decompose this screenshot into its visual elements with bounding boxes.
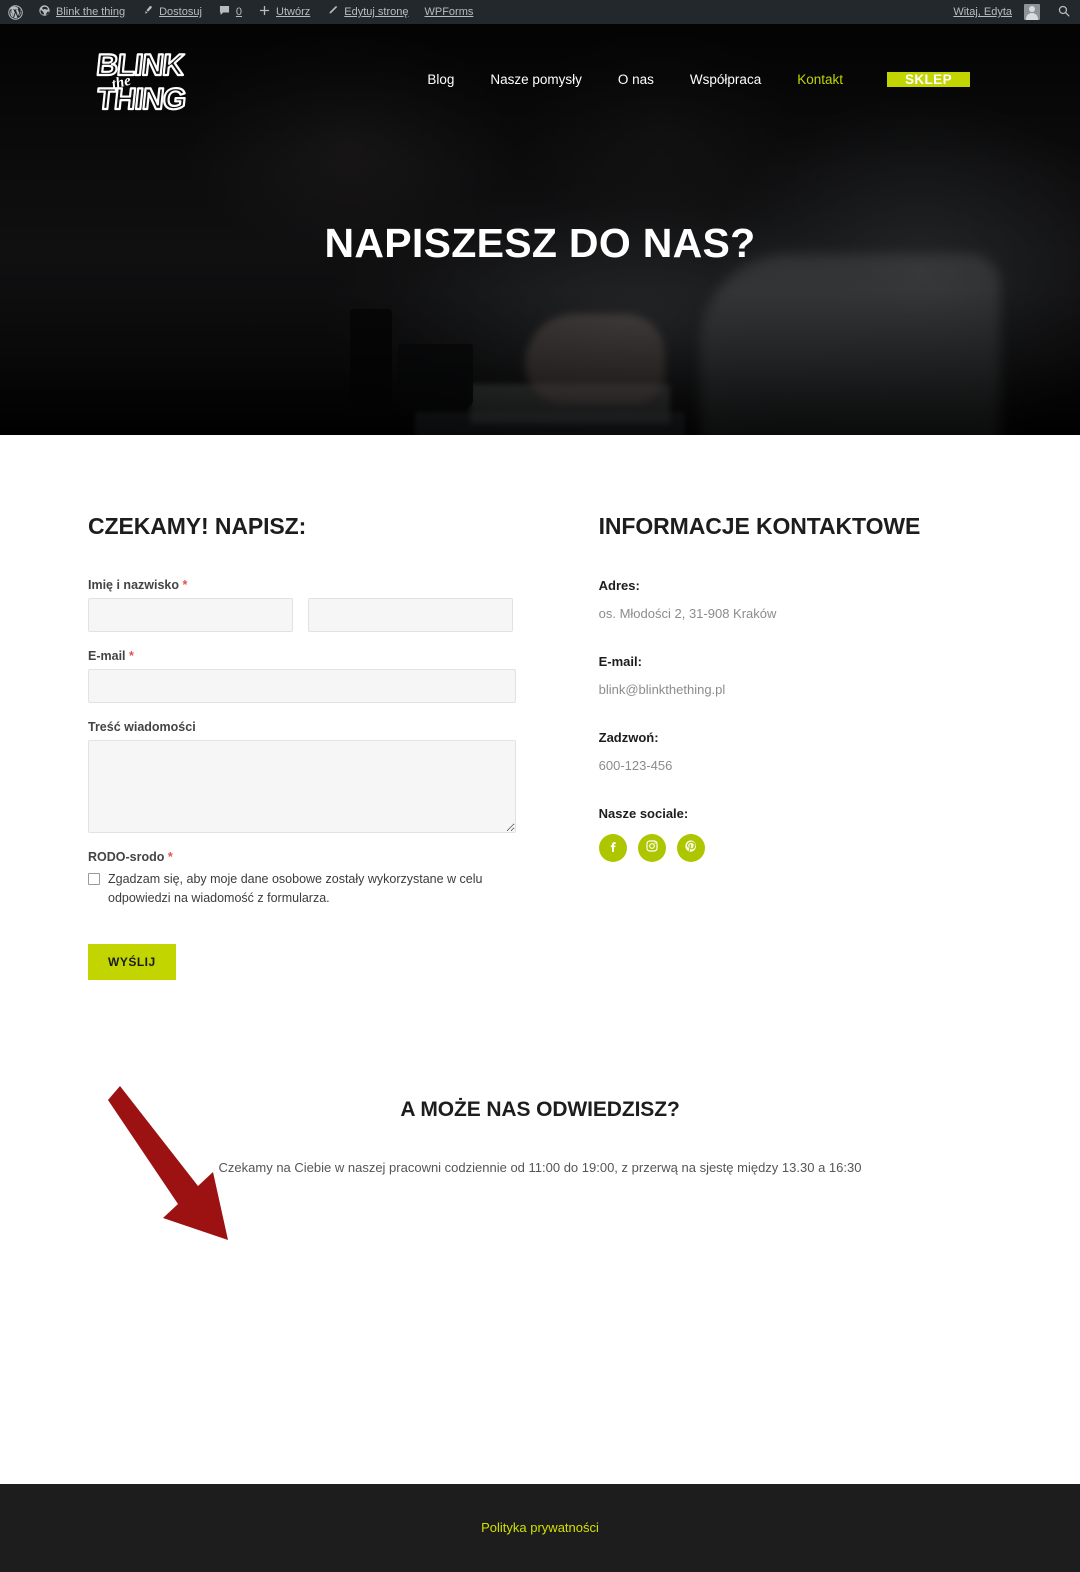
email-info-value: blink@blinkthething.pl (598, 682, 726, 697)
email-info-label: E-mail: (598, 654, 642, 669)
required-marker: * (167, 850, 173, 864)
consent-row: Zgadzam się, aby moje dane osobowe zosta… (88, 870, 483, 908)
email-label-text: E-mail (88, 649, 126, 663)
visit-text: Czekamy na Ciebie w naszej pracowni codz… (218, 1160, 862, 1175)
nav-item-nasze-pomysly[interactable]: Nasze pomysły (472, 72, 600, 87)
socials-label: Nasze sociale: (598, 806, 689, 821)
rodo-label: RODO-srodo * (88, 850, 526, 864)
nav-item-o-nas[interactable]: O nas (600, 72, 672, 87)
paintbrush-icon (141, 4, 154, 20)
social-link-pinterest[interactable] (676, 834, 705, 862)
adminbar-new-content[interactable]: Utwórz (250, 0, 318, 24)
email-label: E-mail * (88, 649, 526, 663)
social-link-instagram[interactable] (637, 834, 666, 862)
hero-title: NAPISZESZ DO NAS? (324, 220, 756, 266)
adminbar-customize[interactable]: Dostosuj (133, 0, 210, 24)
pinterest-icon (684, 839, 698, 858)
field-name: Imię i nazwisko * (88, 578, 526, 632)
logo-graphic: BLINK THING the (94, 48, 188, 115)
nav-item-wspolpraca[interactable]: Współpraca (672, 72, 779, 87)
page-wrapper: BLINK THING the Blog Nasze pomysły O nas… (0, 24, 1080, 1572)
instagram-icon (645, 839, 659, 858)
social-links (598, 834, 992, 862)
svg-text:BLINK: BLINK (95, 49, 186, 82)
adminbar-wpforms[interactable]: WPForms (416, 0, 481, 24)
adminbar-site-name[interactable]: Blink the thing (30, 0, 133, 24)
dashboard-icon (38, 4, 51, 20)
phone-value: 600-123-456 (598, 758, 673, 773)
required-marker: * (182, 578, 188, 592)
contact-info-heading: INFORMACJE KONTAKTOWE (598, 513, 921, 539)
field-message: Treść wiadomości (88, 720, 526, 833)
site-header: BLINK THING the Blog Nasze pomysły O nas… (0, 24, 1080, 134)
adminbar-comments[interactable]: 0 (210, 0, 250, 24)
adminbar-my-account[interactable]: Witaj, Edyta (945, 0, 1047, 24)
message-textarea[interactable] (88, 740, 516, 833)
search-icon (1057, 4, 1071, 21)
content-columns: CZEKAMY! NAPISZ: Imię i nazwisko * E-mai… (88, 435, 992, 980)
shop-button[interactable]: SKLEP (886, 71, 970, 87)
required-marker: * (129, 649, 134, 663)
avatar (1024, 4, 1040, 20)
contact-form-column: CZEKAMY! NAPISZ: Imię i nazwisko * E-mai… (88, 513, 526, 980)
nav-item-blog[interactable]: Blog (409, 72, 472, 87)
comment-icon (218, 4, 231, 20)
facebook-icon (606, 839, 620, 858)
consent-text: Zgadzam się, aby moje dane osobowe zosta… (108, 872, 483, 905)
adminbar-wp-logo[interactable] (0, 0, 30, 24)
adminbar-comments-count: 0 (235, 6, 243, 18)
first-name-input[interactable] (88, 598, 293, 632)
consent-checkbox[interactable] (88, 873, 100, 885)
address-label: Adres: (598, 578, 640, 593)
email-input[interactable] (88, 669, 516, 703)
site-logo[interactable]: BLINK THING the (88, 43, 230, 115)
svg-text:THING: THING (95, 83, 187, 115)
name-inputs-row (88, 598, 526, 632)
visit-heading: A MOŻE NAS ODWIEDZISZ? (400, 1098, 680, 1121)
last-name-input[interactable] (308, 598, 513, 632)
nav-item-kontakt[interactable]: Kontakt (779, 72, 861, 87)
site-footer: Polityka prywatności (0, 1484, 1080, 1572)
adminbar-wpforms-label: WPForms (424, 6, 474, 18)
plus-icon (258, 4, 271, 20)
hero-section: BLINK THING the Blog Nasze pomysły O nas… (0, 24, 1080, 435)
adminbar-right-group: Witaj, Edyta (945, 0, 1080, 24)
adminbar-new-label: Utwórz (276, 6, 311, 18)
wordpress-icon (8, 4, 23, 20)
name-label-text: Imię i nazwisko (88, 578, 180, 592)
form-heading: CZEKAMY! NAPISZ: (88, 513, 307, 539)
adminbar-edit-page-label: Edytuj stronę (344, 6, 409, 18)
contact-form: Imię i nazwisko * E-mail * Treść wiadomo… (88, 578, 526, 980)
phone-label: Zadzwoń: (598, 730, 659, 745)
wp-admin-bar: Blink the thing Dostosuj 0 Utwórz Edytuj… (0, 0, 1080, 24)
adminbar-search-button[interactable] (1047, 4, 1080, 21)
adminbar-greeting: Witaj, Edyta (953, 6, 1012, 18)
address-value: os. Młodości 2, 31-908 Kraków (598, 606, 777, 621)
adminbar-edit-page[interactable]: Edytuj stronę (318, 0, 416, 24)
name-label: Imię i nazwisko * (88, 578, 526, 592)
main-content: CZEKAMY! NAPISZ: Imię i nazwisko * E-mai… (0, 435, 1080, 1175)
adminbar-site-name-label: Blink the thing (56, 6, 126, 18)
rodo-label-text: RODO-srodo (88, 850, 165, 864)
adminbar-customize-label: Dostosuj (159, 6, 202, 18)
privacy-policy-link[interactable]: Polityka prywatności (481, 1520, 599, 1535)
social-link-facebook[interactable] (598, 834, 627, 862)
submit-button[interactable]: WYŚLIJ (88, 944, 176, 980)
visit-section: A MOŻE NAS ODWIEDZISZ? Czekamy na Ciebie… (88, 980, 992, 1175)
message-label: Treść wiadomości (88, 720, 196, 734)
field-email: E-mail * (88, 649, 526, 703)
main-navigation: Blog Nasze pomysły O nas Współpraca Kont… (409, 71, 970, 87)
pencil-icon (326, 4, 339, 20)
contact-info-column: INFORMACJE KONTAKTOWE Adres: os. Młodośc… (598, 513, 992, 980)
field-rodo-consent: RODO-srodo * Zgadzam się, aby moje dane … (88, 850, 526, 908)
